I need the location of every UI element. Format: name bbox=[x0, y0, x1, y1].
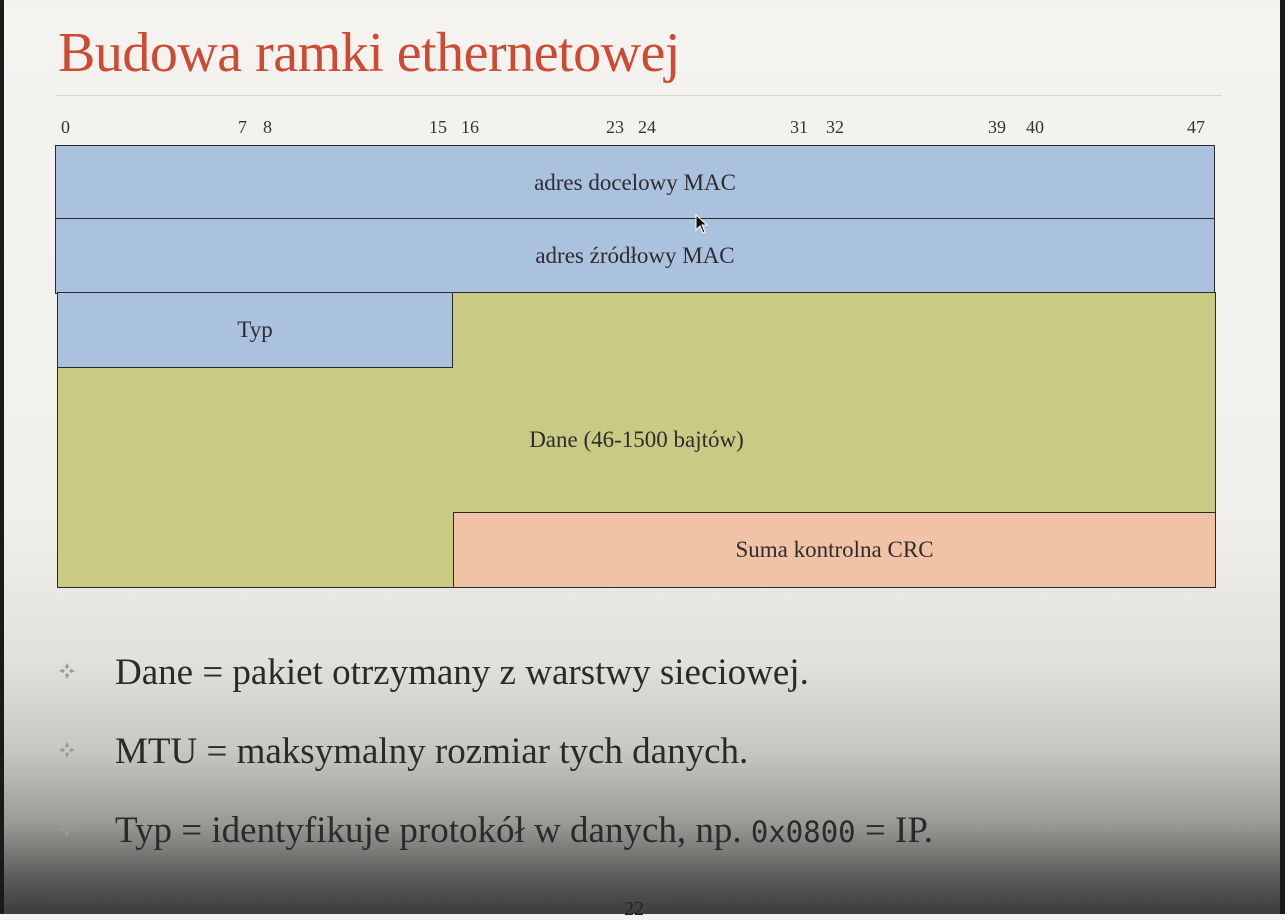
bullet-text-part: = IP. bbox=[855, 810, 934, 851]
field-type: Typ bbox=[57, 292, 453, 368]
screen-frame-left bbox=[0, 0, 4, 914]
bit-label: 15 bbox=[429, 117, 447, 137]
bullet-text-part: Typ = identyfikuje protokół w danych, np… bbox=[115, 810, 751, 851]
field-source-mac: adres źródłowy MAC bbox=[55, 218, 1215, 294]
mouse-cursor-icon bbox=[695, 214, 709, 234]
bit-label: 16 bbox=[461, 117, 479, 137]
field-label: adres źródłowy MAC bbox=[535, 243, 735, 268]
bit-label: 7 bbox=[238, 117, 247, 137]
field-destination-mac: adres docelowy MAC bbox=[55, 145, 1215, 220]
bit-label: 24 bbox=[638, 117, 656, 137]
field-label: Suma kontrolna CRC bbox=[735, 537, 934, 562]
title-divider bbox=[55, 95, 1222, 96]
bit-label: 23 bbox=[606, 117, 624, 137]
slide-title: Budowa ramki ethernetowej bbox=[58, 22, 680, 84]
bullet-item: Typ = identyfikuje protokół w danych, np… bbox=[115, 809, 933, 854]
field-label: adres docelowy MAC bbox=[534, 169, 736, 195]
page-number: 22 bbox=[624, 898, 644, 920]
screen-frame-right bbox=[1280, 0, 1285, 914]
bit-label: 47 bbox=[1187, 117, 1205, 137]
bit-label: 40 bbox=[1026, 117, 1044, 137]
bit-label: 39 bbox=[988, 117, 1006, 137]
diamond-bullet-icon bbox=[59, 663, 75, 679]
field-label: Typ bbox=[237, 317, 273, 342]
code-value: 0x0800 bbox=[750, 815, 856, 849]
diamond-bullet-icon bbox=[59, 742, 75, 758]
diamond-bullet-icon bbox=[59, 821, 75, 837]
bit-label: 31 bbox=[790, 117, 808, 137]
bullet-item: Dane = pakiet otrzymany z warstwy siecio… bbox=[115, 652, 809, 693]
field-label: Dane (46-1500 bajtów) bbox=[529, 427, 744, 452]
field-crc: Suma kontrolna CRC bbox=[453, 512, 1216, 588]
bullet-item: MTU = maksymalny rozmiar tych danych. bbox=[115, 731, 749, 772]
bit-label: 32 bbox=[826, 117, 844, 137]
bit-label: 8 bbox=[263, 117, 272, 137]
bit-label: 0 bbox=[61, 117, 70, 137]
